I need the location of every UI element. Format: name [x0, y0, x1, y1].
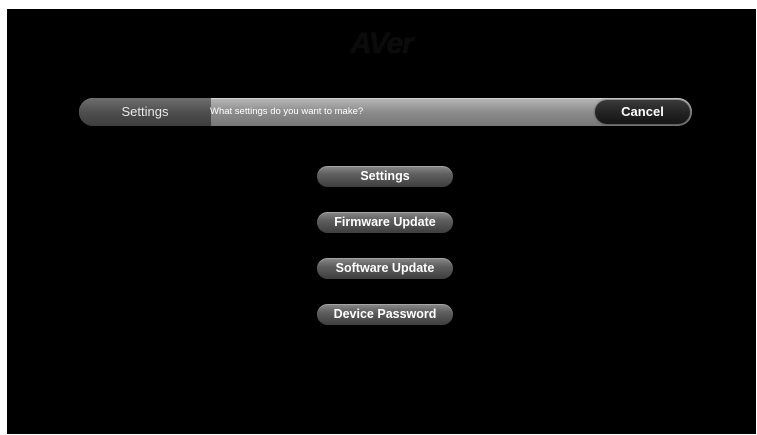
firmware-update-button[interactable]: Firmware Update	[317, 212, 453, 233]
header-prompt: What settings do you want to make?	[210, 106, 364, 117]
header-bar: Settings What settings do you want to ma…	[79, 98, 692, 126]
cancel-button[interactable]: Cancel	[595, 100, 690, 124]
device-password-button[interactable]: Device Password	[317, 304, 453, 325]
settings-button[interactable]: Settings	[317, 166, 453, 187]
settings-screen: AVer Settings What settings do you want …	[7, 9, 756, 434]
header-section-title: Settings	[79, 98, 211, 126]
software-update-button[interactable]: Software Update	[317, 258, 453, 279]
settings-menu: Settings Firmware Update Software Update…	[317, 166, 453, 350]
aver-logo: AVer	[350, 27, 414, 60]
